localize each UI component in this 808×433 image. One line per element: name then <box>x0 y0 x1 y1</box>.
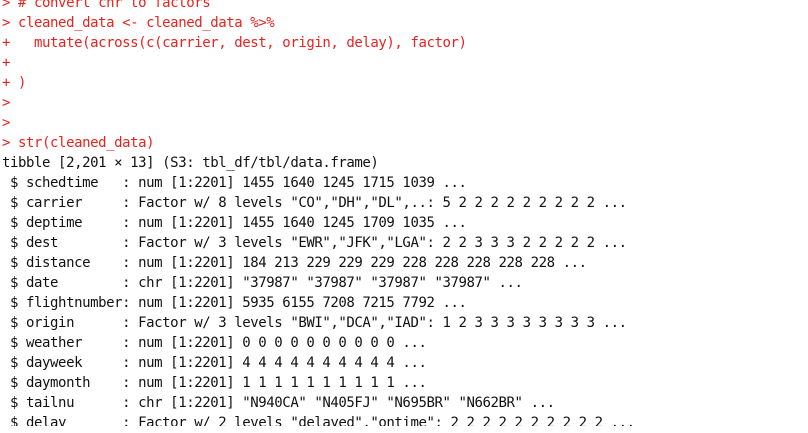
console-line: $ origin : Factor w/ 3 levels "BWI","DCA… <box>2 315 627 331</box>
console-line: $ flightnumber: num [1:2201] 5935 6155 7… <box>2 295 467 311</box>
console-line: $ weather : num [1:2201] 0 0 0 0 0 0 0 0… <box>2 335 427 351</box>
console-line: $ carrier : Factor w/ 8 levels "CO","DH"… <box>2 195 627 211</box>
console-line: > # convert chr to factors <box>2 0 211 11</box>
console-line: > <box>2 115 11 131</box>
console-line: > cleaned_data <- cleaned_data %>% <box>2 15 275 31</box>
console-line: > str(cleaned_data) <box>2 135 155 151</box>
r-console-output[interactable]: > # convert chr to factors > cleaned_dat… <box>0 0 808 426</box>
console-line: > <box>2 95 11 111</box>
console-line: $ dest : Factor w/ 3 levels "EWR","JFK",… <box>2 235 627 251</box>
console-line: $ distance : num [1:2201] 184 213 229 22… <box>2 255 587 271</box>
console-line: $ daymonth : num [1:2201] 1 1 1 1 1 1 1 … <box>2 375 427 391</box>
console-line: + mutate(across(c(carrier, dest, origin,… <box>2 35 467 51</box>
console-line: $ dayweek : num [1:2201] 4 4 4 4 4 4 4 4… <box>2 355 427 371</box>
console-line: $ deptime : num [1:2201] 1455 1640 1245 … <box>2 215 467 231</box>
console-line: + ) <box>2 75 27 91</box>
console-line: $ tailnu : chr [1:2201] "N940CA" "N405FJ… <box>2 395 555 411</box>
console-line: $ date : chr [1:2201] "37987" "37987" "3… <box>2 275 523 291</box>
console-line: $ schedtime : num [1:2201] 1455 1640 124… <box>2 175 467 191</box>
console-line: tibble [2,201 × 13] (S3: tbl_df/tbl/data… <box>2 155 379 171</box>
console-line: + <box>2 55 11 71</box>
console-line: $ delay : Factor w/ 2 levels "delayed","… <box>2 415 635 426</box>
